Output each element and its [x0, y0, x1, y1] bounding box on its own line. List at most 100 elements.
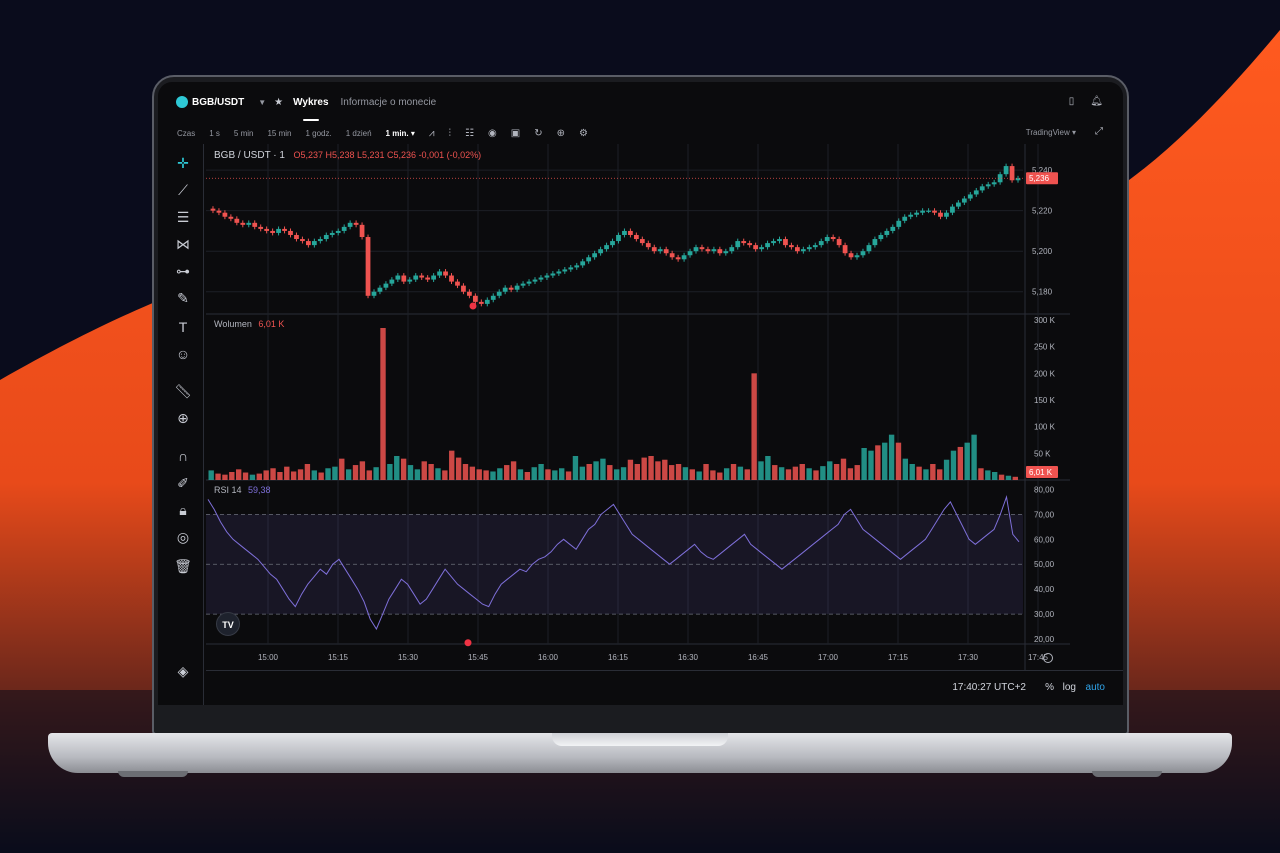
percent-toggle[interactable]: % [1045, 682, 1054, 693]
clock-timezone[interactable]: 17:40:27 UTC+2 [952, 682, 1026, 693]
add-icon[interactable]: ⊕ [557, 128, 565, 139]
magnet-icon[interactable]: ∩ [174, 447, 192, 465]
candle-body [419, 275, 425, 278]
symbol-label[interactable]: BGB/USDT [192, 97, 244, 108]
lock-edit-icon[interactable]: ✐ [174, 474, 192, 492]
projection-icon[interactable]: ⊶ [174, 262, 192, 280]
candles-icon[interactable]: ⫶ [449, 128, 452, 139]
candle-body [580, 261, 586, 266]
candle-body [538, 277, 544, 280]
zoom-icon[interactable]: ⊕ [174, 409, 192, 427]
rsi-tick-label: 60,00 [1034, 535, 1055, 544]
volume-bar [428, 464, 434, 480]
chevron-down-icon[interactable]: ▼ [258, 98, 266, 107]
star-icon[interactable]: ★ [274, 97, 283, 108]
interval-15min[interactable]: 15 min [267, 129, 291, 138]
compare-icon[interactable]: ☷ [465, 128, 474, 139]
time-label: Czas [177, 128, 196, 138]
log-toggle[interactable]: log [1063, 682, 1076, 693]
auto-toggle[interactable]: auto [1086, 682, 1105, 693]
price-marker-dot [469, 302, 477, 310]
volume-bar [400, 458, 407, 480]
calendar-icon[interactable]: ▣ [511, 128, 520, 139]
interval-1min-dropdown[interactable]: 1 min. ▾ [386, 129, 415, 138]
volume-bar [407, 465, 414, 480]
eye-icon[interactable]: ◎ [174, 528, 192, 546]
candle-body [699, 247, 705, 250]
interval-5min[interactable]: 5 min [234, 129, 254, 138]
last-price-label: 5,236 [1029, 174, 1050, 183]
indicators-icon[interactable]: ⩘ [429, 128, 435, 139]
candle-body [592, 253, 598, 258]
text-icon[interactable]: T [174, 318, 192, 336]
candle-body [484, 299, 490, 304]
candle-body [651, 247, 657, 252]
volume-bar [813, 470, 819, 480]
candle-body [306, 241, 311, 246]
volume-bar [552, 470, 558, 480]
layers-icon[interactable]: ◈ [174, 662, 192, 680]
volume-bar [758, 461, 764, 480]
candle-body [836, 239, 842, 246]
crosshair-icon[interactable]: ✛ [174, 154, 192, 172]
candle-body [973, 190, 979, 195]
bell-icon[interactable]: 🔔︎ [1090, 96, 1103, 107]
tab-chart[interactable]: Wykres [293, 97, 329, 121]
volume-bar [435, 468, 441, 480]
volume-bar [861, 448, 867, 480]
volume-bar [806, 468, 812, 480]
volume-bar [675, 464, 682, 480]
volume-bar [297, 469, 304, 480]
candle-body [401, 275, 407, 282]
candle-body [395, 275, 401, 280]
settings-icon[interactable]: ⚙ [579, 128, 588, 139]
candle-body [311, 241, 317, 246]
volume-bar [352, 465, 359, 480]
volume-bar [311, 470, 317, 480]
replay-icon[interactable]: ↻ [534, 128, 542, 139]
interval-1d[interactable]: 1 dzień [346, 129, 372, 138]
laptop-notch [552, 733, 728, 746]
candle-body [502, 287, 508, 292]
candle-body [216, 210, 222, 213]
trend-line-icon[interactable]: ⟋ [174, 181, 192, 199]
drawing-toolbar: ✛ ⟋ ☰ ⋈ ⊶ ✎ T ☺ 📏︎ ⊕ ∩ ✐ 🔒︎ ◎ 🗑︎ ◈ [158, 144, 204, 705]
candle-body [890, 226, 896, 231]
chart-canvas[interactable]: 15:00 15:15 15:30 15:45 16:00 16:15 16:30 16:45… [206, 144, 1070, 670]
volume-bar [847, 468, 854, 480]
interval-1s[interactable]: 1 s [209, 129, 220, 138]
candle-body [985, 184, 991, 187]
volume-bar [854, 465, 860, 480]
candle-body [753, 245, 759, 250]
chart-area[interactable]: 15:00 15:15 15:30 15:45 16:00 16:15 16:30 16:45… [206, 144, 1070, 670]
tradingview-brand-dropdown[interactable]: TradingView ▾ [1026, 128, 1076, 137]
expand-icon[interactable]: ⤢ [1095, 126, 1103, 137]
ruler-icon[interactable]: 📏︎ [174, 382, 192, 400]
trash-icon[interactable]: 🗑︎ [174, 557, 192, 575]
candle-body [920, 210, 925, 213]
tradingview-logo[interactable]: TV [216, 612, 240, 636]
brush-icon[interactable]: ✎ [174, 289, 192, 307]
emoji-icon[interactable]: ☺ [174, 345, 192, 363]
pattern-icon[interactable]: ⋈ [174, 235, 192, 253]
volume-bar [304, 464, 311, 480]
candle-body [234, 218, 240, 223]
volume-bar [957, 446, 964, 480]
time-tick-label: 17:15 [888, 653, 909, 662]
camera-icon[interactable]: ◉ [488, 128, 497, 139]
candle-body [228, 216, 234, 219]
candle-body [956, 202, 961, 207]
candle-body [258, 226, 264, 229]
volume-bar [1012, 476, 1018, 480]
interval-1h[interactable]: 1 godz. [305, 129, 331, 138]
phone-icon[interactable]: ▯ [1069, 96, 1075, 107]
candle-body [467, 291, 472, 296]
fib-icon[interactable]: ☰ [174, 208, 192, 226]
volume-bar [483, 470, 489, 480]
candle-body [598, 249, 603, 254]
volume-label: Wolumen [214, 319, 252, 329]
price-tick-label: 5,200 [1032, 247, 1053, 256]
candle-body [950, 206, 955, 213]
lock-icon[interactable]: 🔒︎ [174, 501, 192, 519]
tab-coin-info[interactable]: Informacje o monecie [341, 97, 437, 108]
